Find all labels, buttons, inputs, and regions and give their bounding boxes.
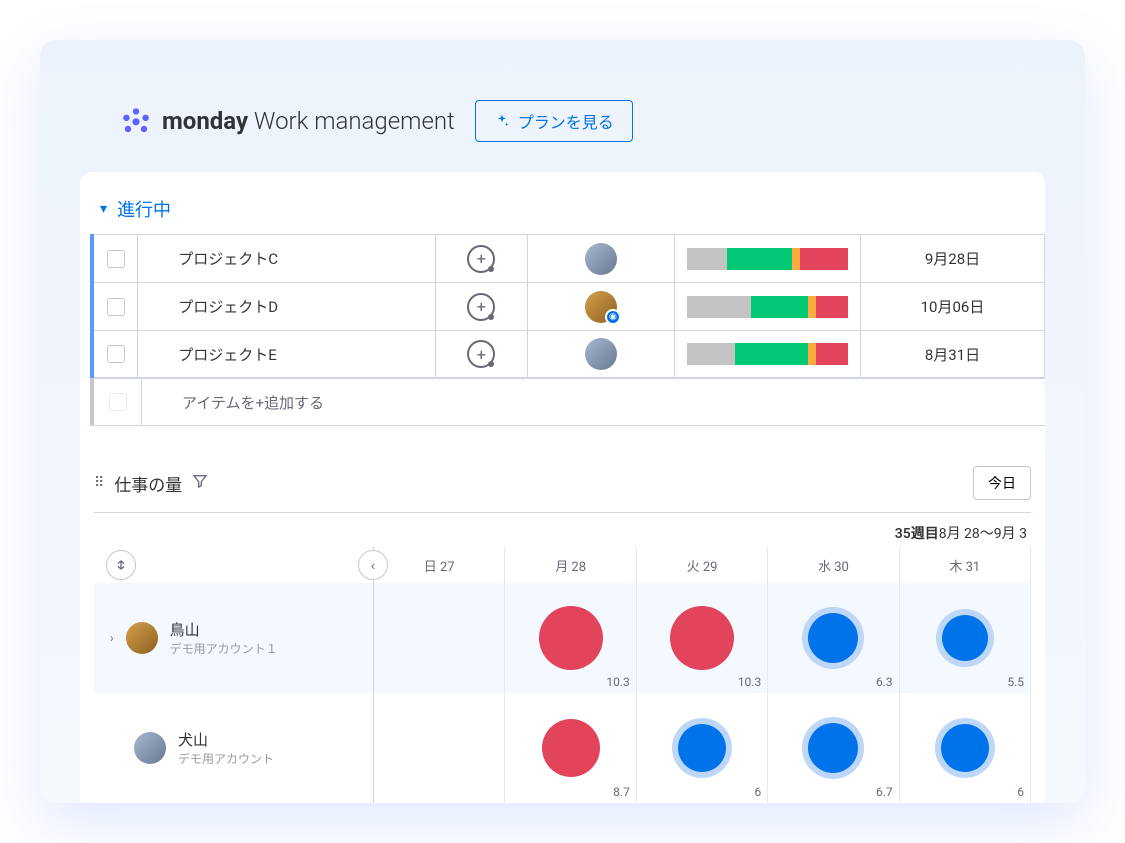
prev-button[interactable]: ‹ <box>358 550 388 580</box>
logo-text: monday Work management <box>162 107 455 135</box>
add-comment-icon[interactable]: + <box>467 293 495 321</box>
bubble-value: 6.7 <box>876 785 893 799</box>
today-button[interactable]: 今日 <box>973 466 1031 500</box>
date-header: 木 31 <box>900 547 1031 583</box>
workload-bubble <box>808 723 858 773</box>
bubble-cell[interactable]: 6 <box>637 693 768 803</box>
add-comment-icon[interactable]: + <box>467 245 495 273</box>
header: monday Work management プランを見る <box>80 100 1045 142</box>
workload-row: 犬山 デモ用アカウント 8.7 6 6.7 6 <box>94 693 1031 803</box>
project-name[interactable]: プロジェクトD <box>138 283 436 330</box>
bubble-value: 10.3 <box>738 675 761 689</box>
bubble-cell[interactable]: 10.3 <box>637 583 768 693</box>
logo: monday Work management <box>120 105 455 137</box>
project-name[interactable]: プロジェクトE <box>138 331 436 377</box>
section-header[interactable]: ▾ 進行中 <box>80 196 1045 234</box>
view-plans-button[interactable]: プランを見る <box>475 100 633 142</box>
week-label: 35週目8月 28〜9月 3 <box>94 513 1031 547</box>
sparkle-icon <box>494 113 510 129</box>
workload-row: › 鳥山 デモ用アカウント１ 10.3 10.3 6.3 5.5 <box>94 583 1031 693</box>
bubble-value: 10.3 <box>606 675 629 689</box>
avatar[interactable]: ◉ <box>585 291 617 323</box>
date-header: 水 30 <box>768 547 899 583</box>
progress-bar[interactable] <box>675 235 861 282</box>
checkbox[interactable] <box>107 298 125 316</box>
workload-title-group: ⠿ 仕事の量 <box>94 471 208 496</box>
filter-icon[interactable] <box>192 473 208 493</box>
date-cell[interactable]: 10月06日 <box>861 283 1045 330</box>
bubble-value: 6 <box>754 785 761 799</box>
project-name[interactable]: プロジェクトC <box>138 235 436 282</box>
monday-logo-icon <box>120 105 152 137</box>
person-sub: デモ用アカウント１ <box>170 640 278 657</box>
chevron-down-icon: ▾ <box>100 201 107 217</box>
bubble-cell[interactable]: 6.3 <box>768 583 899 693</box>
chevron-right-icon[interactable]: › <box>110 631 114 645</box>
date-cell[interactable]: 8月31日 <box>861 331 1045 377</box>
workload-bubble <box>678 724 726 772</box>
workload-bubble <box>542 719 600 777</box>
date-header: 日 27 <box>374 547 505 583</box>
date-cell[interactable]: 9月28日 <box>861 235 1045 282</box>
bubble-cell[interactable]: 5.5 <box>900 583 1031 693</box>
progress-bar[interactable] <box>675 283 861 330</box>
workload-section: ⠿ 仕事の量 今日 35週目8月 28〜9月 3 ‹ 日 <box>80 466 1045 803</box>
person-cell[interactable]: 犬山 デモ用アカウント <box>94 693 374 803</box>
bubble-cell <box>374 693 505 803</box>
bubble-value: 8.7 <box>613 785 630 799</box>
checkbox[interactable] <box>107 250 125 268</box>
person-name: 鳥山 <box>170 619 278 640</box>
bubble-value: 6.3 <box>876 675 893 689</box>
person-name: 犬山 <box>178 729 274 750</box>
table-row[interactable]: プロジェクトD + ◉ 10月06日 <box>94 282 1045 330</box>
content-card: ▾ 進行中 プロジェクトC + 9月28日 プロジェクトD + ◉ 10月06日… <box>80 172 1045 803</box>
app-container: monday Work management プランを見る ▾ 進行中 プロジェ… <box>40 40 1085 803</box>
workload-header: ⠿ 仕事の量 今日 <box>94 466 1031 513</box>
bubble-cell[interactable]: 6.7 <box>768 693 899 803</box>
workload-bubble <box>808 613 858 663</box>
table-row[interactable]: プロジェクトC + 9月28日 <box>94 234 1045 282</box>
add-item-row[interactable]: アイテムを+追加する <box>90 378 1045 426</box>
bubble-cell[interactable]: 6 <box>900 693 1031 803</box>
avatar[interactable] <box>585 243 617 275</box>
person-cell[interactable]: › 鳥山 デモ用アカウント１ <box>94 583 374 693</box>
avatar <box>134 732 166 764</box>
workload-title: 仕事の量 <box>114 471 182 496</box>
bubble-cell <box>374 583 505 693</box>
bubble-value: 5.5 <box>1007 675 1024 689</box>
progress-bar[interactable] <box>675 331 861 377</box>
drag-handle-icon[interactable]: ⠿ <box>94 475 104 491</box>
workload-bubble <box>942 615 988 661</box>
table-row[interactable]: プロジェクトE + 8月31日 <box>94 330 1045 378</box>
bubble-cell[interactable]: 8.7 <box>505 693 636 803</box>
checkbox <box>109 393 127 411</box>
add-item-label: アイテムを+追加する <box>142 379 462 425</box>
add-comment-icon[interactable]: + <box>467 340 495 368</box>
workload-bubble <box>539 606 603 670</box>
bubble-value: 6 <box>1017 785 1024 799</box>
workload-bubble <box>941 724 989 772</box>
person-sub: デモ用アカウント <box>178 750 274 767</box>
section-title: 進行中 <box>117 196 171 222</box>
date-header-row: ‹ 日 27月 28火 29水 30木 31 <box>94 547 1031 583</box>
avatar[interactable] <box>585 338 617 370</box>
expand-button[interactable] <box>106 550 136 580</box>
date-header: 火 29 <box>637 547 768 583</box>
date-header: 月 28 <box>505 547 636 583</box>
workload-bubble <box>670 606 734 670</box>
eye-badge-icon: ◉ <box>605 309 621 325</box>
checkbox[interactable] <box>107 345 125 363</box>
avatar <box>126 622 158 654</box>
projects-table: プロジェクトC + 9月28日 プロジェクトD + ◉ 10月06日 プロジェク… <box>90 234 1045 378</box>
bubble-cell[interactable]: 10.3 <box>505 583 636 693</box>
